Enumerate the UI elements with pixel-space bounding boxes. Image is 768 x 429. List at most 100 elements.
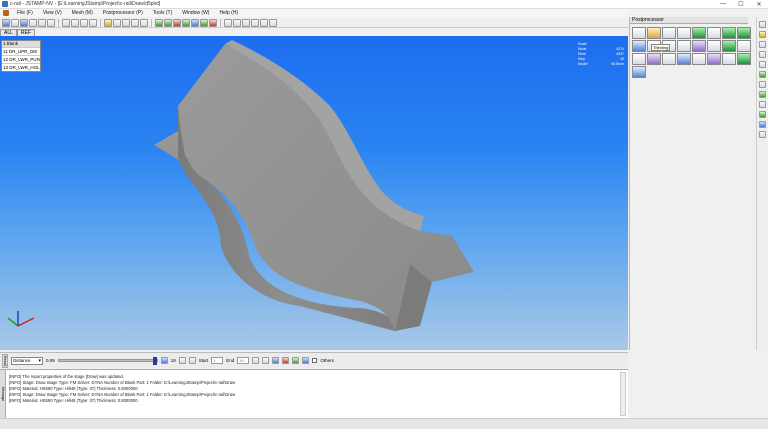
menu-file[interactable]: File (F) [12, 10, 38, 16]
slider-thumb[interactable] [152, 357, 157, 365]
tab-ref[interactable]: REF [16, 29, 35, 36]
refresh-icon[interactable] [759, 111, 766, 118]
arc-icon[interactable] [759, 61, 766, 68]
start-field[interactable]: 1 [211, 357, 224, 364]
thickness-icon[interactable] [662, 27, 676, 39]
trim-icon[interactable] [737, 27, 751, 39]
show-all-icon[interactable] [182, 18, 190, 27]
node-icon[interactable] [692, 53, 706, 65]
section-icon[interactable] [233, 18, 241, 27]
pointer-icon[interactable] [759, 21, 766, 28]
delete-icon[interactable] [209, 18, 217, 27]
mapping-icon[interactable] [722, 53, 736, 65]
end-field[interactable]: 19 [237, 357, 250, 364]
part-model [7, 40, 474, 331]
maximize-icon[interactable]: ☐ [732, 0, 750, 9]
stop-icon[interactable] [282, 357, 290, 364]
result-icon[interactable] [632, 27, 646, 39]
cad-icon[interactable] [632, 66, 646, 78]
play-back-icon[interactable] [252, 357, 260, 364]
force-icon[interactable] [647, 53, 661, 65]
others-label: Others [320, 358, 334, 363]
highlight-icon[interactable] [759, 31, 766, 38]
part-item-lwr-holder[interactable]: 13 DR_LWR_HOLDER [2, 63, 40, 71]
wireframe-icon[interactable] [140, 18, 148, 27]
animation-icon[interactable] [707, 53, 721, 65]
tab-all[interactable]: ALL [0, 29, 17, 36]
trim-tool-icon[interactable] [759, 81, 766, 88]
document-icon[interactable] [3, 10, 9, 16]
step-back-icon[interactable] [262, 357, 270, 364]
loop-icon[interactable] [302, 357, 310, 364]
part-item-upr-die[interactable]: 11 DR_UPR_DIE [2, 47, 40, 55]
section-icon[interactable] [677, 40, 691, 52]
measure-icon[interactable] [224, 18, 232, 27]
message-side-tab[interactable]: Message [0, 370, 6, 419]
part-item-lwr-punch[interactable]: 12 DR_LWR_PUNCH [2, 55, 40, 63]
node-icon[interactable] [251, 18, 259, 27]
last-frame-icon[interactable] [188, 357, 196, 364]
fit-icon[interactable] [71, 18, 79, 27]
mesh-icon[interactable] [122, 18, 130, 27]
mode-select[interactable]: Distance [11, 356, 43, 365]
part-icon[interactable] [200, 18, 208, 27]
history-icon[interactable] [692, 40, 706, 52]
view-side-icon[interactable] [47, 18, 55, 27]
surface-icon[interactable] [662, 53, 676, 65]
pan-icon[interactable] [89, 18, 97, 27]
settings-icon[interactable] [759, 121, 766, 128]
info-icon[interactable] [759, 131, 766, 138]
strain-icon[interactable] [677, 27, 691, 39]
result-side-tab[interactable]: Result [2, 353, 8, 368]
stress-icon[interactable] [707, 27, 721, 39]
rotate-icon[interactable] [80, 18, 88, 27]
offset-icon[interactable] [759, 101, 766, 108]
menu-tools[interactable]: Tools (T) [148, 10, 177, 16]
contour-icon[interactable] [647, 27, 661, 39]
menu-mesh[interactable]: Mesh (M) [67, 10, 98, 16]
first-frame-icon[interactable] [178, 357, 186, 364]
view-front-icon[interactable] [29, 18, 37, 27]
table-icon[interactable] [737, 53, 751, 65]
slider-end-icon[interactable] [160, 357, 168, 364]
select-icon[interactable] [155, 18, 163, 27]
close-icon[interactable]: ✕ [750, 0, 768, 9]
others-checkbox[interactable] [312, 358, 318, 363]
menu-postprocessor[interactable]: Postprocessor (P) [98, 10, 148, 16]
grid-icon[interactable] [113, 18, 121, 27]
save-icon[interactable] [11, 18, 19, 27]
element-icon[interactable] [260, 18, 268, 27]
compare-icon[interactable] [707, 40, 721, 52]
flc-icon[interactable] [692, 27, 706, 39]
pick-icon[interactable] [759, 41, 766, 48]
frame-slider[interactable] [57, 357, 158, 365]
menu-window[interactable]: Window (W) [177, 10, 214, 16]
record-icon[interactable] [292, 357, 300, 364]
view-top-icon[interactable] [38, 18, 46, 27]
menu-view[interactable]: View (V) [38, 10, 67, 16]
hide-icon[interactable] [173, 18, 181, 27]
view-iso-icon[interactable] [20, 18, 28, 27]
check-icon[interactable] [759, 91, 766, 98]
layer-icon[interactable] [759, 71, 766, 78]
show-icon[interactable] [164, 18, 172, 27]
open-icon[interactable] [2, 18, 10, 27]
line-icon[interactable] [759, 51, 766, 58]
springback-icon[interactable] [722, 27, 736, 39]
export-icon[interactable] [737, 40, 751, 52]
vector-icon[interactable] [632, 53, 646, 65]
shade-icon[interactable] [131, 18, 139, 27]
message-scrollbar[interactable] [620, 372, 626, 416]
report-icon[interactable] [722, 40, 736, 52]
light-icon[interactable] [104, 18, 112, 27]
graph-icon[interactable] [677, 53, 691, 65]
minimize-icon[interactable]: — [714, 0, 732, 9]
play-icon[interactable] [272, 357, 280, 364]
3d-viewport[interactable] [0, 36, 628, 350]
zoom-icon[interactable] [62, 18, 70, 27]
clip-icon[interactable] [242, 18, 250, 27]
color-icon[interactable] [191, 18, 199, 27]
capture-icon[interactable] [269, 18, 277, 27]
menu-help[interactable]: Help (H) [214, 10, 243, 16]
thinning-icon[interactable] [632, 40, 646, 52]
